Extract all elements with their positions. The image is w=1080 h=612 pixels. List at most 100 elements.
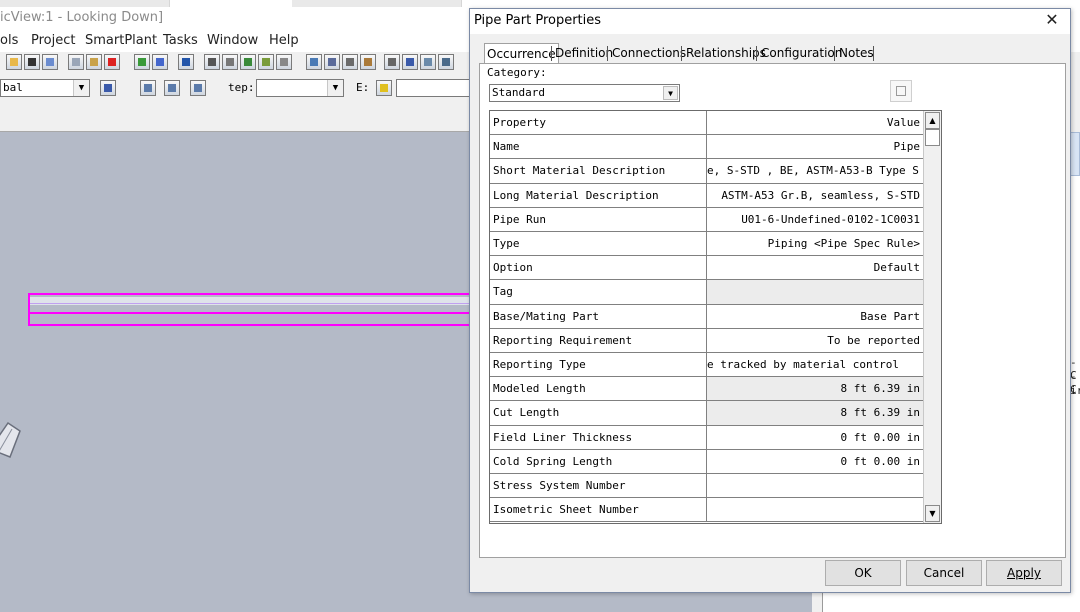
property-value[interactable]: Piping <Pipe Spec Rule> [707, 232, 923, 255]
property-name: Reporting Type [490, 353, 707, 377]
edit-icon[interactable] [258, 54, 274, 70]
check-icon[interactable] [240, 54, 256, 70]
property-row[interactable]: Pipe Run U01-6-Undefined-0102-1C0031 [490, 207, 923, 232]
property-row[interactable]: Base/Mating Part Base Part [490, 304, 923, 329]
dialog-titlebar: Pipe Part Properties ✕ [470, 9, 1070, 34]
measure-icon[interactable] [204, 54, 220, 70]
tab-definition[interactable]: Definition [555, 43, 613, 63]
chevron-down-icon[interactable]: ▼ [73, 80, 89, 96]
tab-separator [873, 46, 874, 61]
scope-select-value: bal [3, 81, 23, 94]
pipe-outline-bottom [28, 324, 473, 326]
apply-button[interactable]: Apply [986, 560, 1062, 586]
property-row[interactable]: Tag [490, 280, 923, 305]
step-select[interactable]: ▼ [256, 79, 344, 97]
scroll-down-icon[interactable]: ▼ [925, 505, 940, 522]
paste-icon[interactable] [86, 54, 102, 70]
property-row[interactable]: Cold Spring Length 0 ft 0.00 in [490, 449, 923, 474]
menu-window[interactable]: Window [207, 33, 258, 48]
open-icon[interactable] [6, 54, 22, 70]
property-value[interactable]: 0 ft 0.00 in [707, 450, 923, 473]
property-value[interactable]: To be reported [707, 329, 923, 352]
property-name: Long Material Description [490, 183, 707, 207]
scroll-up-icon[interactable]: ▲ [925, 112, 940, 129]
ok-button[interactable]: OK [825, 560, 901, 586]
pipe-centerline [28, 303, 473, 304]
property-row[interactable]: Option Default [490, 256, 923, 281]
menu-smartplant[interactable]: SmartPlant [85, 33, 157, 48]
tab-relationships[interactable]: Relationships [686, 43, 766, 63]
cancel-button[interactable]: Cancel [906, 560, 982, 586]
property-value[interactable]: U01-6-Undefined-0102-1C0031 [707, 208, 923, 231]
property-value[interactable]: Base Part [707, 305, 923, 328]
property-row[interactable]: Type Piping <Pipe Spec Rule> [490, 232, 923, 257]
property-value[interactable]: e tracked by material control [707, 353, 923, 376]
scope-select[interactable]: bal ▼ [0, 79, 90, 97]
property-value[interactable]: ASTM-A53 Gr.B, seamless, S-STD [707, 184, 923, 207]
app-title: icView:1 - Looking Down] [0, 10, 164, 25]
category-edit-button[interactable] [890, 80, 912, 102]
scroll-thumb[interactable] [925, 129, 940, 146]
lock-icon[interactable] [376, 80, 392, 96]
tab-notes[interactable]: Notes [839, 43, 874, 63]
property-row[interactable]: Name Pipe [490, 135, 923, 160]
window-icon[interactable] [438, 54, 454, 70]
chevron-down-icon[interactable]: ▼ [663, 86, 678, 100]
menu-project[interactable]: Project [31, 33, 75, 48]
property-row[interactable]: Reporting Requirement To be reported [490, 328, 923, 353]
select-mode-icon[interactable] [164, 80, 180, 96]
property-row[interactable]: Field Liner Thickness 0 ft 0.00 in [490, 425, 923, 450]
route-icon[interactable] [402, 54, 418, 70]
property-row[interactable]: Cut Length 8 ft 6.39 in [490, 401, 923, 426]
property-value[interactable]: 0 ft 0.00 in [707, 426, 923, 449]
tools-icon[interactable] [384, 54, 400, 70]
menu-tools[interactable]: ols [0, 33, 18, 48]
tab-separator [551, 46, 552, 61]
select-mode-icon[interactable] [190, 80, 206, 96]
property-row[interactable]: Reporting Type e tracked by material cont… [490, 353, 923, 378]
property-row[interactable]: Modeled Length 8 ft 6.39 in [490, 377, 923, 402]
select-mode-icon[interactable] [140, 80, 156, 96]
panel-icon[interactable] [420, 54, 436, 70]
locate-filter-icon[interactable] [100, 80, 116, 96]
property-row[interactable]: Short Material Description e, S-STD , BE,… [490, 159, 923, 184]
view-icon[interactable] [306, 54, 322, 70]
copy-icon[interactable] [68, 54, 84, 70]
property-row[interactable]: Stress System Number [490, 474, 923, 499]
select-icon[interactable] [152, 54, 168, 70]
menu-help[interactable]: Help [269, 33, 299, 48]
hierarchy-icon[interactable] [360, 54, 376, 70]
property-value[interactable]: Pipe [707, 135, 923, 158]
menu-tasks[interactable]: Tasks [163, 33, 198, 48]
property-row[interactable]: Isometric Sheet Number [490, 498, 923, 523]
property-name: Field Liner Thickness [490, 425, 707, 449]
tab-separator [607, 46, 608, 61]
property-value[interactable]: e, S-STD , BE, ASTM-A53-B Type S [707, 159, 923, 182]
save-icon[interactable] [24, 54, 40, 70]
grid-scrollbar[interactable]: ▲ ▼ [923, 111, 941, 523]
property-value[interactable] [707, 474, 923, 497]
delete-icon[interactable] [104, 54, 120, 70]
tab-connections[interactable]: Connections [612, 43, 686, 63]
tab-occurrence[interactable]: Occurrence [484, 43, 559, 64]
header-property: Property [490, 111, 707, 135]
e-coordinate-input[interactable] [396, 79, 476, 97]
filter-icon[interactable] [222, 54, 238, 70]
chevron-down-icon[interactable]: ▼ [327, 80, 343, 96]
property-name: Isometric Sheet Number [490, 498, 707, 522]
undo-icon[interactable] [178, 54, 194, 70]
grid-header: Property Value [490, 111, 923, 136]
right-panel-scroll[interactable] [1070, 132, 1080, 176]
property-value[interactable]: Default [707, 256, 923, 279]
pencil-icon[interactable] [276, 54, 292, 70]
category-select[interactable]: Standard ▼ [489, 84, 680, 102]
tab-configuration[interactable]: Configuration [761, 43, 842, 63]
print-icon[interactable] [42, 54, 58, 70]
property-row[interactable]: Long Material Description ASTM-A53 Gr.B, … [490, 183, 923, 208]
property-value[interactable] [707, 498, 923, 521]
grid-icon[interactable] [342, 54, 358, 70]
move-icon[interactable] [134, 54, 150, 70]
close-icon[interactable]: ✕ [1044, 11, 1060, 29]
view-icon[interactable] [324, 54, 340, 70]
pipe-elbow[interactable] [0, 417, 28, 459]
